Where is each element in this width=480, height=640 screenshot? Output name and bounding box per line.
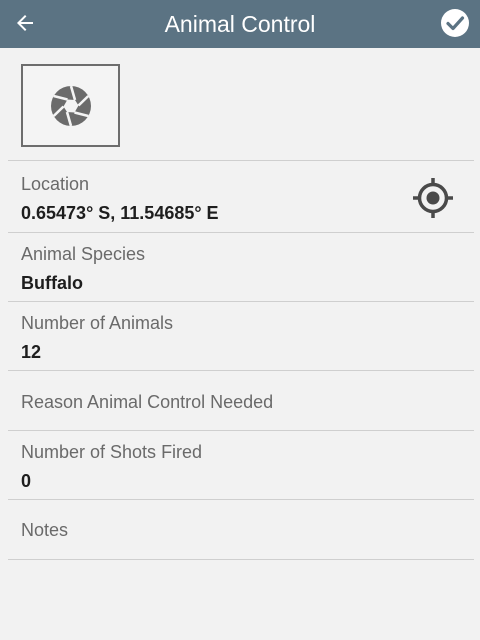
camera-shutter-icon xyxy=(50,85,91,126)
field-value: Buffalo xyxy=(21,273,83,293)
field-number-of-animals[interactable]: Number of Animals 12 xyxy=(8,301,474,370)
field-label: Notes xyxy=(21,520,69,540)
field-value: 0.65473° S, 11.54685° E xyxy=(21,203,219,223)
save-button[interactable] xyxy=(438,6,472,40)
page-title: Animal Control xyxy=(164,11,316,37)
field-notes[interactable]: Notes xyxy=(8,499,474,559)
app-bar: Animal Control xyxy=(0,0,480,48)
arrow-left-icon xyxy=(17,15,33,31)
field-animal-species[interactable]: Animal Species Buffalo xyxy=(8,232,474,301)
field-label: Number of Shots Fired xyxy=(21,442,203,462)
field-value: 12 xyxy=(21,342,42,362)
field-location[interactable]: Location 0.65473° S, 11.54685° E xyxy=(8,160,474,232)
field-label: Reason Animal Control Needed xyxy=(21,392,274,412)
get-location-button[interactable] xyxy=(412,177,454,219)
gps-target-icon xyxy=(413,178,453,218)
divider xyxy=(8,559,474,560)
field-value: 0 xyxy=(21,471,32,491)
animal-control-screen: Animal Control Location 0.65473° S, 11.5… xyxy=(0,0,480,640)
add-photo-button[interactable] xyxy=(21,64,120,147)
field-reason-animal-control-needed[interactable]: Reason Animal Control Needed xyxy=(8,370,474,430)
back-button[interactable] xyxy=(8,6,42,40)
field-label: Number of Animals xyxy=(21,313,174,333)
check-circle-icon xyxy=(441,9,469,37)
field-number-of-shots-fired[interactable]: Number of Shots Fired 0 xyxy=(8,430,474,499)
field-label: Location xyxy=(21,174,90,194)
field-label: Animal Species xyxy=(21,244,146,264)
